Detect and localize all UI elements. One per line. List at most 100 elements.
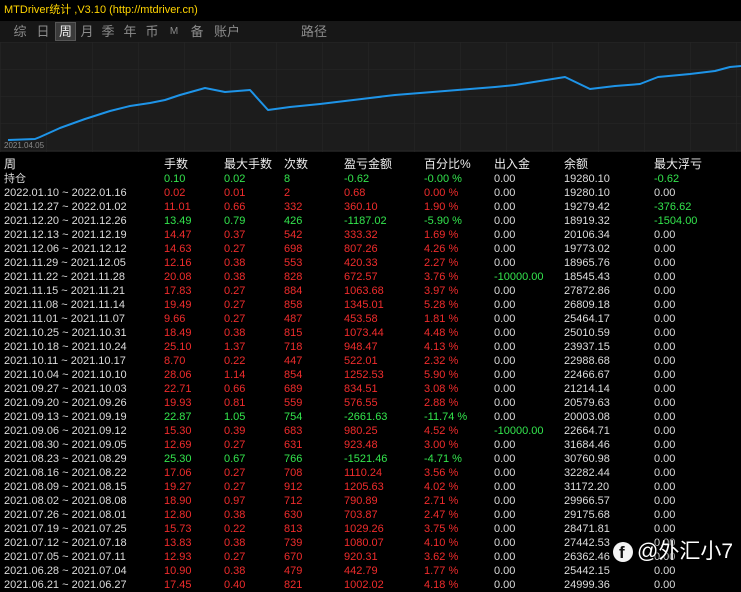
cell-trades: 630 bbox=[284, 509, 303, 521]
cell-balance: 28471.81 bbox=[564, 523, 610, 535]
cell-percent: 3.76 % bbox=[424, 271, 459, 283]
cell-max-floating-loss: 0.00 bbox=[654, 453, 676, 465]
cell-lots: 22.71 bbox=[164, 383, 192, 395]
table-row[interactable]: 2021.09.06 ~ 2021.09.12 15.30 0.39 683 980.2… bbox=[0, 424, 741, 438]
path-button[interactable]: 路径 bbox=[298, 22, 330, 41]
table-row[interactable]: 2021.10.25 ~ 2021.10.31 18.49 0.38 815 1073.… bbox=[0, 326, 741, 340]
period-tab-bar: 综 日 周 月 季 年 币 M 备 账户 路径 bbox=[0, 21, 741, 42]
tab-remark[interactable]: 备 bbox=[187, 22, 207, 41]
cell-percent: 1.77 % bbox=[424, 565, 459, 577]
cell-balance: 29175.68 bbox=[564, 509, 610, 521]
table-row[interactable]: 2021.07.26 ~ 2021.08.01 12.80 0.38 630 703.8… bbox=[0, 508, 741, 522]
cell-max-floating-loss: 0.00 bbox=[654, 425, 676, 437]
tab-overview[interactable]: 综 bbox=[10, 22, 30, 41]
tab-week[interactable]: 周 bbox=[55, 22, 76, 41]
cell-pnl: 790.89 bbox=[344, 495, 378, 507]
cell-deposit: 0.00 bbox=[494, 509, 516, 521]
table-row[interactable]: 2021.12.20 ~ 2021.12.26 13.49 0.79 426 -1187… bbox=[0, 214, 741, 228]
table-row[interactable]: 2021.08.16 ~ 2021.08.22 17.06 0.27 708 1110.… bbox=[0, 466, 741, 480]
cell-deposit: 0.00 bbox=[494, 383, 516, 395]
cell-max-lots: 0.38 bbox=[224, 327, 246, 339]
cell-max-lots: 0.37 bbox=[224, 229, 246, 241]
table-row[interactable]: 2021.06.21 ~ 2021.06.27 17.45 0.40 821 1002.… bbox=[0, 578, 741, 592]
table-row[interactable]: 2021.10.11 ~ 2021.10.17 8.70 0.22 447 522.01… bbox=[0, 354, 741, 368]
table-row[interactable]: 2021.11.08 ~ 2021.11.14 19.49 0.27 858 1345.… bbox=[0, 298, 741, 312]
tab-day[interactable]: 日 bbox=[33, 22, 53, 41]
cell-balance: 18965.76 bbox=[564, 257, 610, 269]
cell-max-floating-loss: 0.00 bbox=[654, 397, 676, 409]
cell-max-lots: 1.05 bbox=[224, 411, 246, 423]
tab-year[interactable]: 年 bbox=[120, 22, 140, 41]
cell-trades: 559 bbox=[284, 397, 303, 409]
cell-trades: 712 bbox=[284, 495, 303, 507]
cell-pnl: 834.51 bbox=[344, 383, 378, 395]
table-row[interactable]: 2021.11.01 ~ 2021.11.07 9.66 0.27 487 453.58… bbox=[0, 312, 741, 326]
cell-period: 2022.01.10 ~ 2022.01.16 bbox=[4, 187, 127, 199]
tab-quarter[interactable]: 季 bbox=[98, 22, 118, 41]
cell-percent: -11.74 % bbox=[424, 411, 468, 423]
cell-max-lots: 0.79 bbox=[224, 215, 246, 227]
cell-percent: -4.71 % bbox=[424, 453, 462, 465]
cell-percent: 4.18 % bbox=[424, 579, 459, 591]
cell-period: 2021.11.29 ~ 2021.12.05 bbox=[4, 257, 126, 269]
cell-balance: 22988.68 bbox=[564, 355, 610, 367]
table-row[interactable]: 2021.12.27 ~ 2022.01.02 11.01 0.66 332 360.1… bbox=[0, 200, 741, 214]
table-row[interactable]: 2021.08.30 ~ 2021.09.05 12.69 0.27 631 923.4… bbox=[0, 438, 741, 452]
title-bar: MTDriver统计 ,V3.10 (http://mtdriver.cn) bbox=[0, 0, 741, 21]
table-row[interactable]: 2021.09.13 ~ 2021.09.19 22.87 1.05 754 -2661… bbox=[0, 410, 741, 424]
cell-pnl: 980.25 bbox=[344, 425, 378, 437]
table-row[interactable]: 2021.11.22 ~ 2021.11.28 20.08 0.38 828 672.5… bbox=[0, 270, 741, 284]
cell-balance: 32282.44 bbox=[564, 467, 610, 479]
cell-percent: 2.71 % bbox=[424, 495, 459, 507]
cell-max-lots: 0.38 bbox=[224, 271, 246, 283]
cell-lots: 22.87 bbox=[164, 411, 192, 423]
tab-account[interactable]: 账户 bbox=[211, 22, 243, 41]
cell-pnl: 1073.44 bbox=[344, 327, 384, 339]
cell-max-lots: 0.27 bbox=[224, 243, 246, 255]
cell-deposit: 0.00 bbox=[494, 579, 516, 591]
cell-max-lots: 0.27 bbox=[224, 439, 246, 451]
table-row[interactable]: 2021.11.15 ~ 2021.11.21 17.83 0.27 884 1063.… bbox=[0, 284, 741, 298]
table-row[interactable]: 2021.12.06 ~ 2021.12.12 14.63 0.27 698 807.2… bbox=[0, 242, 741, 256]
table-row[interactable]: 2021.08.02 ~ 2021.08.08 18.90 0.97 712 790.8… bbox=[0, 494, 741, 508]
cell-max-floating-loss: 0.00 bbox=[654, 467, 676, 479]
cell-balance: 25442.15 bbox=[564, 565, 610, 577]
table-row[interactable]: 2021.08.09 ~ 2021.08.15 19.27 0.27 912 1205.… bbox=[0, 480, 741, 494]
cell-period: 2021.12.20 ~ 2021.12.26 bbox=[4, 215, 127, 227]
cell-lots: 17.45 bbox=[164, 579, 192, 591]
table-row[interactable]: 2021.12.13 ~ 2021.12.19 14.47 0.37 542 333.3… bbox=[0, 228, 741, 242]
table-row[interactable]: 2021.09.20 ~ 2021.09.26 19.93 0.81 559 576.5… bbox=[0, 396, 741, 410]
tab-month[interactable]: 月 bbox=[77, 22, 97, 41]
cell-max-lots: 0.67 bbox=[224, 453, 246, 465]
cell-max-lots: 0.22 bbox=[224, 523, 246, 535]
header-period: 周 bbox=[4, 157, 17, 171]
table-row[interactable]: 2021.10.18 ~ 2021.10.24 25.10 1.37 718 948.4… bbox=[0, 340, 741, 354]
cell-lots: 13.49 bbox=[164, 215, 192, 227]
cell-balance: 31684.46 bbox=[564, 439, 610, 451]
table-row[interactable]: 2021.11.29 ~ 2021.12.05 12.16 0.38 553 420.3… bbox=[0, 256, 741, 270]
cell-max-floating-loss: 0.00 bbox=[654, 243, 676, 255]
cell-balance: 20106.34 bbox=[564, 229, 610, 241]
cell-period: 2021.09.13 ~ 2021.09.19 bbox=[4, 411, 127, 423]
table-row[interactable]: 2021.08.23 ~ 2021.08.29 25.30 0.67 766 -1521… bbox=[0, 452, 741, 466]
cell-lots: 12.69 bbox=[164, 439, 192, 451]
cell-balance: 25010.59 bbox=[564, 327, 610, 339]
cell-pnl: 1002.02 bbox=[344, 579, 384, 591]
cell-balance: 30760.98 bbox=[564, 453, 610, 465]
cell-pnl: 807.26 bbox=[344, 243, 378, 255]
table-row[interactable]: 2022.01.10 ~ 2022.01.16 0.02 0.01 2 0.68 0.00… bbox=[0, 186, 741, 200]
tab-symbol[interactable]: 币 bbox=[142, 22, 162, 41]
cell-max-floating-loss: 0.00 bbox=[654, 257, 676, 269]
cell-percent: 1.81 % bbox=[424, 313, 459, 325]
table-row[interactable]: 2021.07.19 ~ 2021.07.25 15.73 0.22 813 1029.… bbox=[0, 522, 741, 536]
open-position-row[interactable]: 持仓 0.10 0.02 8 -0.62 -0.00 % 0.00 19280.10 -0.62 bbox=[0, 172, 741, 186]
table-row[interactable]: 2021.09.27 ~ 2021.10.03 22.71 0.66 689 834.5… bbox=[0, 382, 741, 396]
header-max-floating-loss: 最大浮亏 bbox=[654, 157, 703, 171]
table-row[interactable]: 2021.06.28 ~ 2021.07.04 10.90 0.38 479 442.7… bbox=[0, 564, 741, 578]
cell-lots: 14.63 bbox=[164, 243, 192, 255]
cell-max-lots: 0.27 bbox=[224, 481, 246, 493]
table-row[interactable]: 2021.10.04 ~ 2021.10.10 28.06 1.14 854 1252.… bbox=[0, 368, 741, 382]
tab-m[interactable]: M bbox=[166, 22, 182, 41]
cell-max-lots: 0.66 bbox=[224, 383, 246, 395]
cell-trades: 487 bbox=[284, 313, 303, 325]
